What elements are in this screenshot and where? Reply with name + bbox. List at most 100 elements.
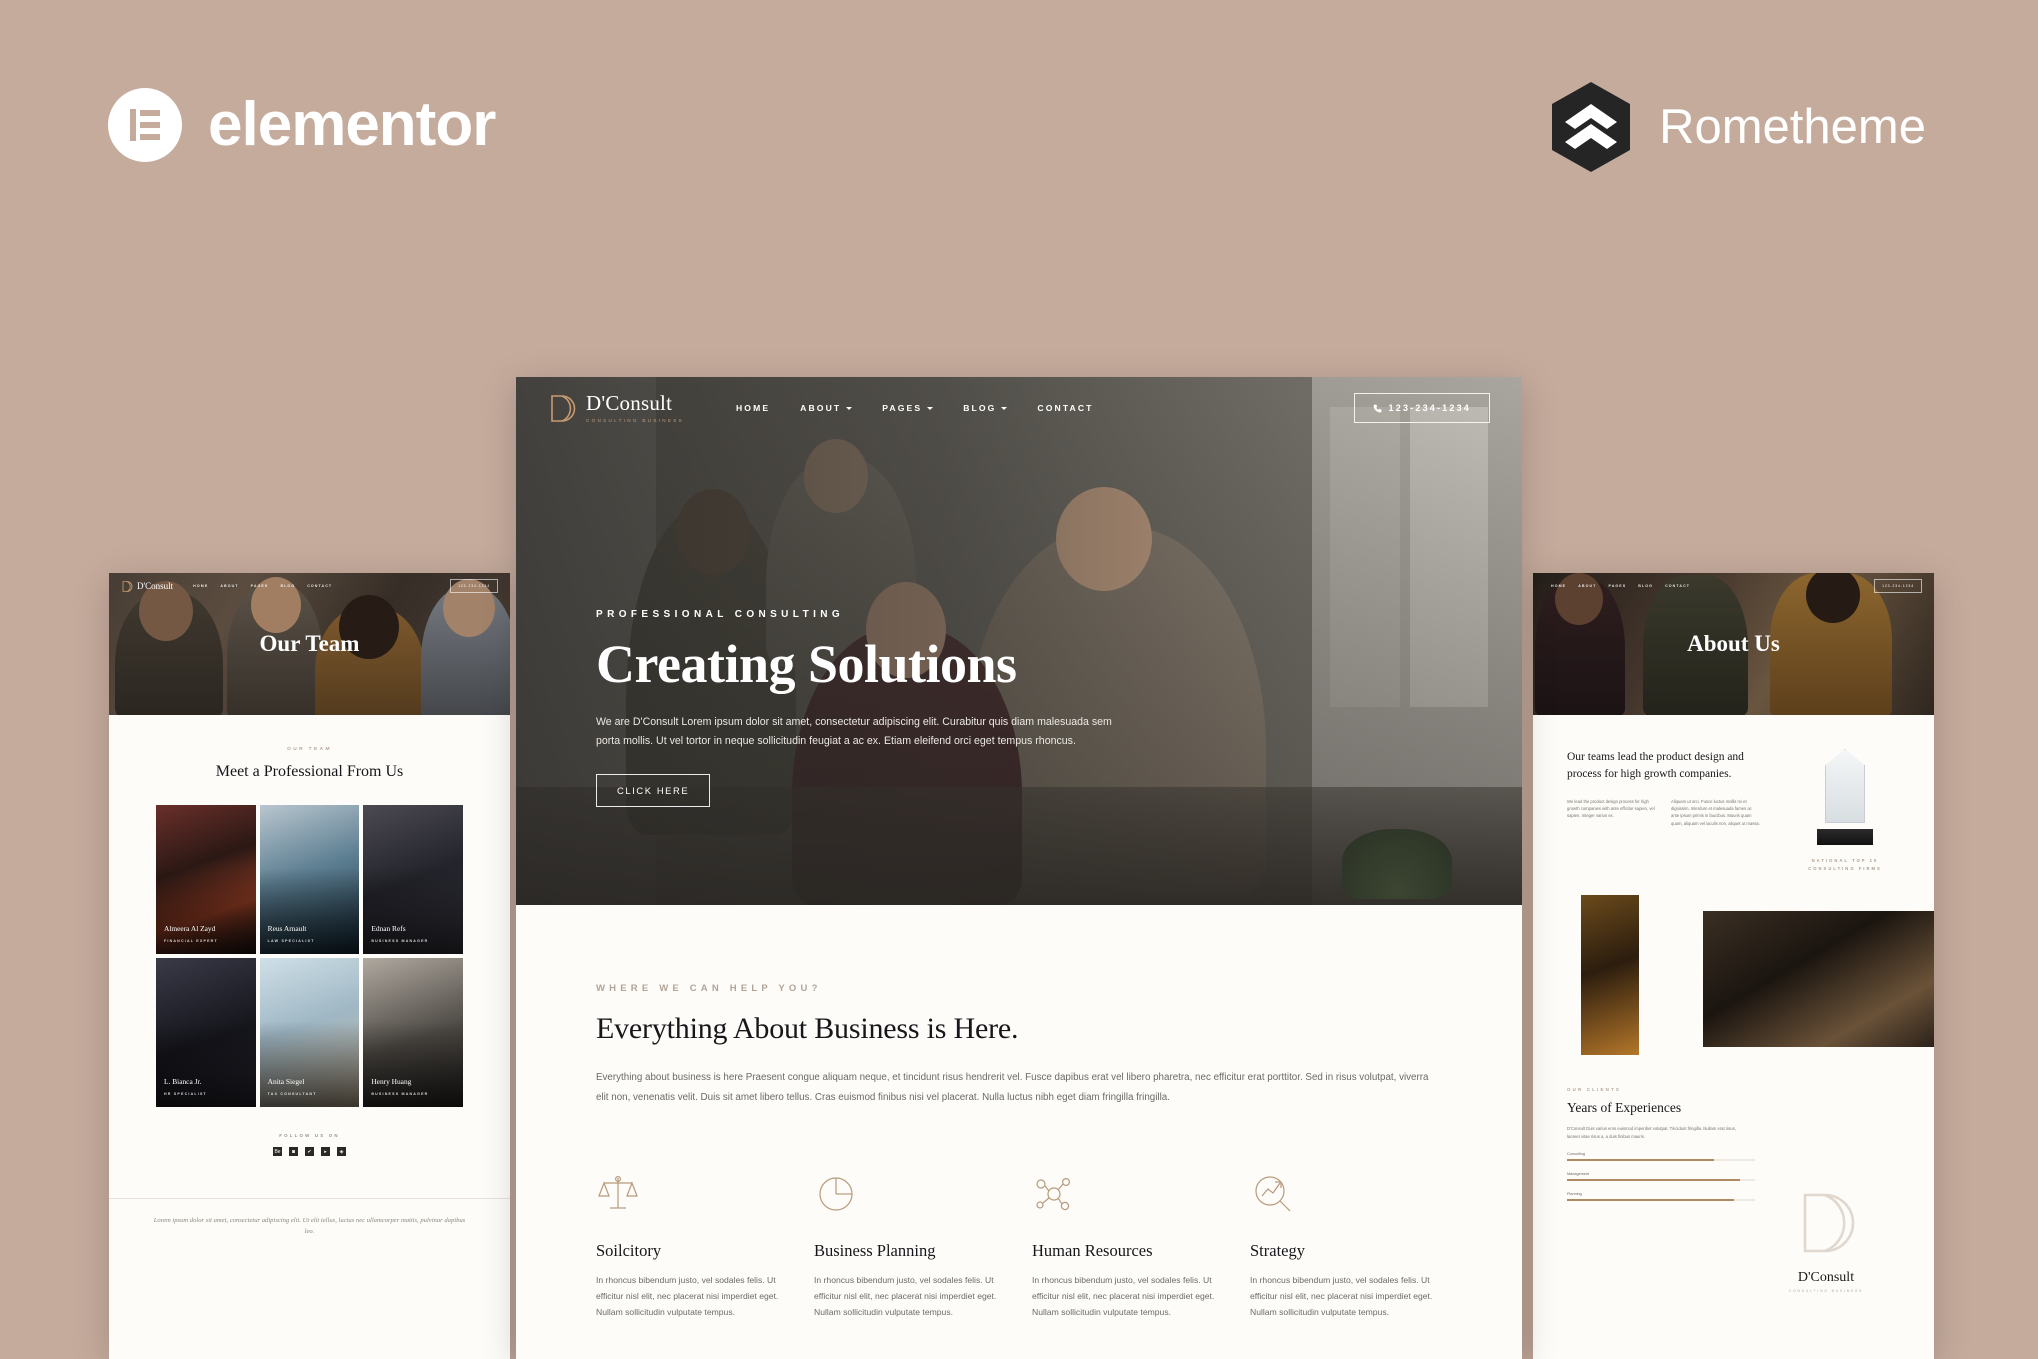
left-hero: D'Consult HOME ABOUT PAGES BLOG CONTACT … xyxy=(109,573,510,715)
site-logo-name: D'Consult xyxy=(586,390,673,415)
service-card[interactable]: Business Planning In rhoncus bibendum ju… xyxy=(814,1172,1006,1321)
hero-description: We are D'Consult Lorem ipsum dolor sit a… xyxy=(596,715,1112,748)
team-member-name: Reus Arnault xyxy=(267,924,307,933)
service-name: Business Planning xyxy=(814,1241,936,1261)
dconsult-client-logo: D'Consult CONSULTING BUSINESS xyxy=(1766,1189,1886,1293)
elementor-brand: elementor xyxy=(108,88,496,162)
service-name: Soilcitory xyxy=(596,1241,662,1261)
skill-label: Management xyxy=(1567,1172,1590,1177)
skill-label: Planning xyxy=(1567,1192,1582,1197)
hero-content: PROFESSIONAL CONSULTING Creating Solutio… xyxy=(596,609,1156,807)
help-title: Everything About Business is Here. xyxy=(596,1012,1019,1045)
follow-us-block: FOLLOW US ON Be ◙ ✔ ▸ ◈ xyxy=(109,1133,510,1156)
team-member-name: Ednan Refs xyxy=(371,924,406,933)
about-images xyxy=(1567,894,1934,1077)
scales-balance-icon xyxy=(598,1176,638,1209)
dconsult-mark-icon xyxy=(551,394,576,422)
service-text: In rhoncus bibendum justo, vel sodales f… xyxy=(1032,1275,1215,1317)
team-member-card[interactable]: Anita Siegel TAX CONSULTANT xyxy=(259,958,360,1107)
service-text: In rhoncus bibendum justo, vel sodales f… xyxy=(1250,1275,1433,1317)
nav-label: ABOUT xyxy=(800,403,842,413)
behance-icon[interactable]: Be xyxy=(273,1147,282,1156)
follow-label: FOLLOW US ON xyxy=(279,1133,340,1138)
main-navbar[interactable]: D'Consult CONSULTING BUSINESS HOME ABOUT… xyxy=(516,377,1522,439)
right-hero: HOME ABOUT PAGES BLOG CONTACT 123-234-12… xyxy=(1533,573,1934,715)
team-member-card[interactable]: Ednan Refs BUSINESS MANAGER xyxy=(363,805,463,954)
skill-bar-row: Planning xyxy=(1567,1192,1755,1202)
nav-label: HOME xyxy=(735,403,771,413)
social-icons[interactable]: Be ◙ ✔ ▸ ◈ xyxy=(109,1147,510,1156)
hero-section: D'Consult CONSULTING BUSINESS HOME ABOUT… xyxy=(516,377,1522,905)
service-card[interactable]: Strategy In rhoncus bibendum justo, vel … xyxy=(1250,1172,1442,1321)
our-team-page-preview[interactable]: D'Consult HOME ABOUT PAGES BLOG CONTACT … xyxy=(109,573,510,1359)
right-body: Our teams lead the product design and pr… xyxy=(1533,715,1934,1077)
home-page-preview[interactable]: D'Consult CONSULTING BUSINESS HOME ABOUT… xyxy=(516,377,1522,1359)
dconsult-mark-icon xyxy=(1803,1193,1855,1253)
twitter-icon[interactable]: ✔ xyxy=(305,1147,314,1156)
about-us-page-preview[interactable]: HOME ABOUT PAGES BLOG CONTACT 123-234-12… xyxy=(1533,573,1934,1359)
elementor-wordmark: elementor xyxy=(208,90,496,159)
service-text: In rhoncus bibendum justo, vel sodales f… xyxy=(596,1275,779,1317)
service-text: In rhoncus bibendum justo, vel sodales f… xyxy=(814,1275,997,1317)
phone-button[interactable]: 123-234-1234 xyxy=(1353,393,1490,423)
team-member-role: BUSINESS MANAGER xyxy=(371,1092,429,1096)
site-logo-tagline: CONSULTING BUSINESS xyxy=(586,417,684,423)
dconsult-logo-name: D'Consult xyxy=(1797,1270,1855,1285)
right-page-title: About Us xyxy=(1687,631,1780,656)
help-kicker: WHERE WE CAN HELP YOU? xyxy=(596,983,822,994)
trophy-icon xyxy=(1817,749,1873,845)
site-logo[interactable]: D'Consult CONSULTING BUSINESS xyxy=(548,390,684,424)
clients-kicker: OUR CLIENTS xyxy=(1567,1086,1621,1092)
hero-cta-button[interactable]: CLICK HERE xyxy=(596,773,711,807)
youtube-icon[interactable]: ▸ xyxy=(321,1147,330,1156)
pie-chart-icon xyxy=(819,1177,853,1211)
hero-title: Creating Solutions xyxy=(596,634,1017,694)
chevron-down-icon xyxy=(1001,406,1008,410)
team-member-name: Henry Huang xyxy=(371,1077,412,1086)
about-lead: Our teams lead the product design and pr… xyxy=(1567,751,1744,781)
help-section: WHERE WE CAN HELP YOU? Everything About … xyxy=(516,905,1522,1359)
poster-stage: elementor Rometheme D'Consult HOME ABOUT… xyxy=(0,0,2038,1359)
nav-links[interactable]: HOME ABOUT PAGES BLOG CONTACT xyxy=(736,403,1094,413)
elementor-logo-icon xyxy=(108,88,182,162)
team-member-card[interactable]: Henry Huang BUSINESS MANAGER xyxy=(363,958,463,1107)
help-description: Everything about business is here Praese… xyxy=(596,1072,1429,1104)
left-section-heading: Meet a Professional From Us xyxy=(215,763,404,780)
nav-item-contact[interactable]: CONTACT xyxy=(1037,403,1093,413)
nav-label: PAGES xyxy=(882,403,923,413)
team-member-role: LAW SPECIALIST xyxy=(267,939,315,943)
award-block: NATIONAL TOP 10 CONSULTING FIRMS xyxy=(1790,749,1900,873)
about-photo-portrait xyxy=(1581,894,1639,1055)
team-member-role: TAX CONSULTANT xyxy=(267,1092,317,1096)
skill-track xyxy=(1567,1179,1755,1182)
skill-track xyxy=(1567,1159,1755,1162)
left-section-kicker: OUR TEAM xyxy=(287,747,332,752)
service-name: Strategy xyxy=(1250,1241,1305,1261)
about-photo-laptop xyxy=(1703,910,1934,1047)
skill-bar-row: Consulting xyxy=(1567,1152,1755,1162)
service-card[interactable]: Human Resources In rhoncus bibendum just… xyxy=(1032,1172,1224,1321)
service-name: Human Resources xyxy=(1032,1241,1153,1261)
team-grid: Almeera Al Zayd FINANCIAL EXPERT Reus Arn… xyxy=(109,805,510,1107)
service-card[interactable]: Soilcitory In rhoncus bibendum justo, ve… xyxy=(596,1172,788,1321)
nav-item-pages[interactable]: PAGES xyxy=(882,403,934,413)
instagram-icon[interactable]: ◙ xyxy=(289,1147,298,1156)
team-member-card[interactable]: Almeera Al Zayd FINANCIAL EXPERT xyxy=(156,805,256,954)
network-nodes-icon xyxy=(1036,1178,1071,1211)
rometheme-wordmark: Rometheme xyxy=(1659,99,1926,154)
team-member-card[interactable]: Reus Arnault LAW SPECIALIST xyxy=(259,805,360,954)
chevron-down-icon xyxy=(846,406,853,410)
team-member-role: BUSINESS MANAGER xyxy=(371,939,429,943)
phone-number: 123-234-1234 xyxy=(1388,403,1471,413)
rometheme-logo-icon xyxy=(1549,80,1633,174)
nav-item-blog[interactable]: BLOG xyxy=(963,403,1008,413)
left-footer: Lorem ipsum dolor sit amet, consectetur … xyxy=(109,1198,510,1237)
nav-item-about[interactable]: ABOUT xyxy=(800,403,853,413)
skill-label: Consulting xyxy=(1567,1152,1585,1157)
about-col-right: Aliquam ut orci. Fusce luctus mollis mi … xyxy=(1671,798,1760,826)
dribbble-icon[interactable]: ◈ xyxy=(337,1147,346,1156)
team-member-card[interactable]: L. Bianca Jr. HR SPECIALIST xyxy=(156,958,256,1107)
left-page-title: Our Team xyxy=(259,631,360,656)
nav-item-home[interactable]: HOME xyxy=(736,403,770,413)
nav-label: CONTACT xyxy=(1037,403,1094,413)
